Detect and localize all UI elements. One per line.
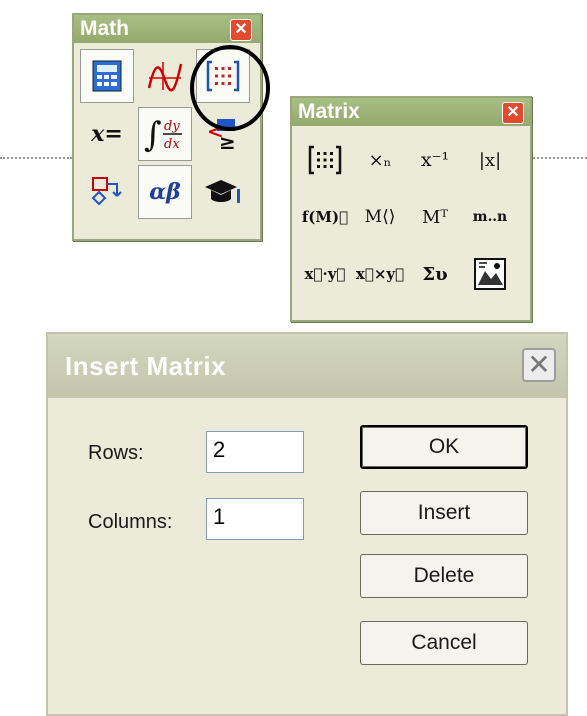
- programming-toolbar-button[interactable]: [80, 165, 134, 219]
- cross-product-button[interactable]: x⃗×y⃗: [355, 248, 405, 300]
- vectorize-icon: f(M)⃗: [301, 208, 349, 226]
- determinant-button[interactable]: |x|: [465, 134, 515, 186]
- greek-icon: αβ: [149, 179, 181, 205]
- calculator-toolbar-button[interactable]: [80, 49, 134, 103]
- symbolic-toolbar-button[interactable]: [196, 165, 250, 219]
- delete-button[interactable]: Delete: [360, 554, 528, 598]
- close-icon: ✕: [527, 349, 551, 380]
- calculus-toolbar-button[interactable]: ∫ dy dx: [138, 107, 192, 161]
- insert-matrix-titlebar[interactable]: Insert Matrix ✕: [48, 334, 566, 398]
- dotted-guide-line-left: [0, 157, 72, 159]
- graph-icon: [147, 62, 183, 92]
- cross-product-icon: x⃗×y⃗: [355, 265, 405, 283]
- columns-input[interactable]: 1: [206, 498, 304, 540]
- matrix-palette: Matrix ✕ ×ₙ x⁻¹ |x| f(M)⃗ M⟨⟩ Mᵀ m‥n x⃗·…: [290, 96, 532, 322]
- determinant-icon: |x|: [478, 149, 502, 171]
- range-icon: m‥n: [472, 209, 508, 225]
- dot-product-icon: x⃗·y⃗: [304, 265, 346, 283]
- svg-text:dy: dy: [164, 119, 180, 134]
- symbolic-icon: [205, 180, 240, 203]
- greek-toolbar-button[interactable]: αβ: [138, 165, 192, 219]
- matrix-grid-icon: [308, 145, 342, 175]
- insert-button-label: Insert: [417, 501, 471, 524]
- math-palette-title: Math: [80, 17, 129, 40]
- column-icon: M⟨⟩: [364, 207, 396, 227]
- rows-label: Rows:: [88, 442, 144, 464]
- vector-sum-button[interactable]: Συ: [410, 248, 460, 300]
- range-variable-button[interactable]: m‥n: [465, 191, 515, 243]
- matrix-palette-close-button[interactable]: ✕: [502, 102, 524, 124]
- inverse-button[interactable]: x⁻¹: [410, 134, 460, 186]
- math-palette-close-button[interactable]: ✕: [230, 19, 252, 41]
- cancel-button[interactable]: Cancel: [360, 621, 528, 665]
- insert-matrix-dialog: Insert Matrix ✕ Rows: 2 Columns: 1 OK In…: [46, 332, 568, 716]
- matrix-subscript-button[interactable]: ×ₙ: [355, 134, 405, 186]
- ok-button[interactable]: OK: [360, 425, 528, 469]
- dotted-guide-line-right: [528, 157, 587, 159]
- programming-icon: [91, 177, 122, 206]
- svg-text:∫: ∫: [144, 115, 162, 155]
- insert-matrix-button[interactable]: [300, 134, 350, 186]
- rows-input[interactable]: 2: [206, 431, 304, 473]
- inverse-icon: x⁻¹: [420, 149, 450, 171]
- matrix-palette-titlebar[interactable]: Matrix ✕: [292, 98, 530, 126]
- matrix-palette-title: Matrix: [298, 100, 360, 123]
- vectorize-button[interactable]: f(M)⃗: [300, 191, 350, 243]
- ok-button-label: OK: [428, 435, 460, 458]
- columns-label: Columns:: [88, 511, 173, 533]
- calculator-icon: [92, 60, 122, 92]
- close-icon: ✕: [506, 104, 520, 121]
- picture-button[interactable]: [465, 248, 515, 300]
- insert-matrix-title: Insert Matrix: [65, 351, 227, 381]
- graph-toolbar-button[interactable]: [138, 49, 192, 103]
- transpose-icon: Mᵀ: [422, 206, 448, 228]
- evaluation-icon: x=: [91, 121, 123, 147]
- insert-button[interactable]: Insert: [360, 491, 528, 535]
- picture-icon: [474, 258, 506, 290]
- subscript-icon: ×ₙ: [368, 149, 392, 171]
- cancel-button-label: Cancel: [411, 631, 477, 654]
- dialog-close-button[interactable]: ✕: [522, 348, 556, 382]
- matrix-column-button[interactable]: M⟨⟩: [355, 191, 405, 243]
- transpose-button[interactable]: Mᵀ: [410, 191, 460, 243]
- vector-sum-icon: Συ: [422, 263, 448, 285]
- dot-product-button[interactable]: x⃗·y⃗: [300, 248, 350, 300]
- calculus-icon: ∫ dy dx: [144, 115, 182, 155]
- delete-button-label: Delete: [413, 564, 475, 587]
- evaluation-toolbar-button[interactable]: x=: [80, 107, 134, 161]
- highlight-circle: [190, 45, 270, 131]
- math-palette-titlebar[interactable]: Math ✕: [74, 15, 260, 43]
- close-icon: ✕: [234, 21, 248, 38]
- svg-text:dx: dx: [164, 137, 180, 152]
